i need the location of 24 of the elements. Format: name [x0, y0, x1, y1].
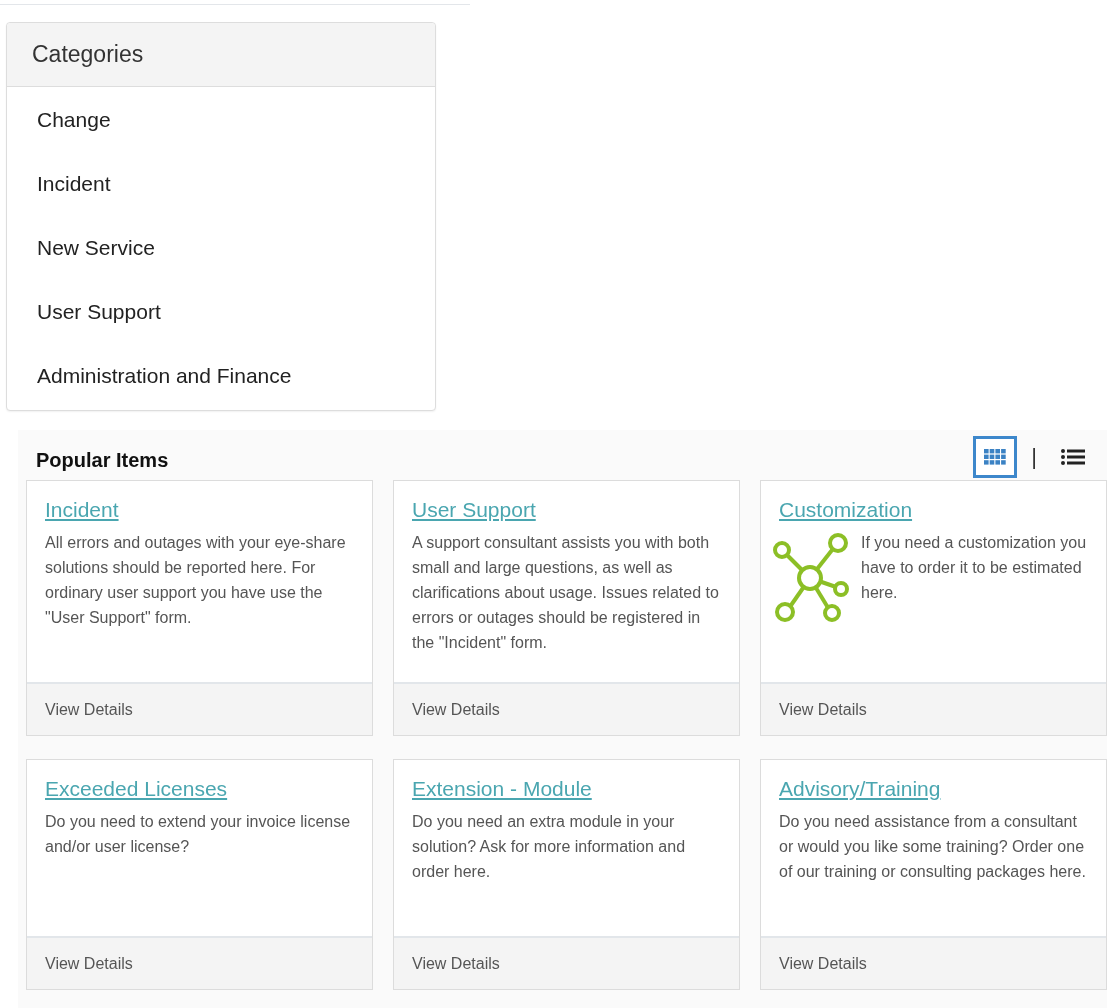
- separator: |: [1031, 443, 1037, 470]
- category-link[interactable]: Incident: [7, 152, 435, 216]
- panel-title: Categories: [7, 23, 435, 87]
- grid-view-button[interactable]: [973, 435, 1018, 478]
- view-details-link[interactable]: View Details: [27, 936, 372, 989]
- category-link[interactable]: Administration and Finance: [7, 344, 435, 408]
- view-details-link[interactable]: View Details: [761, 682, 1106, 735]
- grid-icon: [984, 448, 1007, 465]
- list-icon: [1061, 447, 1085, 466]
- item-description: Do you need assistance from a consultant or would you like some training? Order one of our training or consulting packages here.: [779, 812, 1087, 882]
- view-details-link[interactable]: View Details: [394, 936, 739, 989]
- category-link[interactable]: Change: [7, 88, 435, 152]
- item-description: If you need a customization you have to order it to be estimated here.: [861, 533, 1088, 603]
- item-description: All errors and outages with your eye-share solutions should be reported here. For ordinary user support you have use the "User Support" form.: [45, 533, 347, 628]
- view-details-link[interactable]: View Details: [761, 936, 1106, 989]
- item-description: A support consultant assists you with both small and large questions, as well as clarifications about usage. Issues related to errors or outages should be registered in the "Incident" form.: [412, 533, 720, 653]
- network-icon: [771, 532, 849, 622]
- category-link[interactable]: User Support: [7, 280, 435, 344]
- item-description: Do you need to extend your invoice license and/or user license?: [45, 812, 352, 857]
- category-link[interactable]: New Service: [7, 216, 435, 280]
- section-title: Popular Items: [36, 448, 169, 472]
- view-details-link[interactable]: View Details: [394, 682, 739, 735]
- view-details-link[interactable]: View Details: [27, 682, 372, 735]
- item-description: Do you need an extra module in your solution? Ask for more information and order here.: [412, 812, 687, 882]
